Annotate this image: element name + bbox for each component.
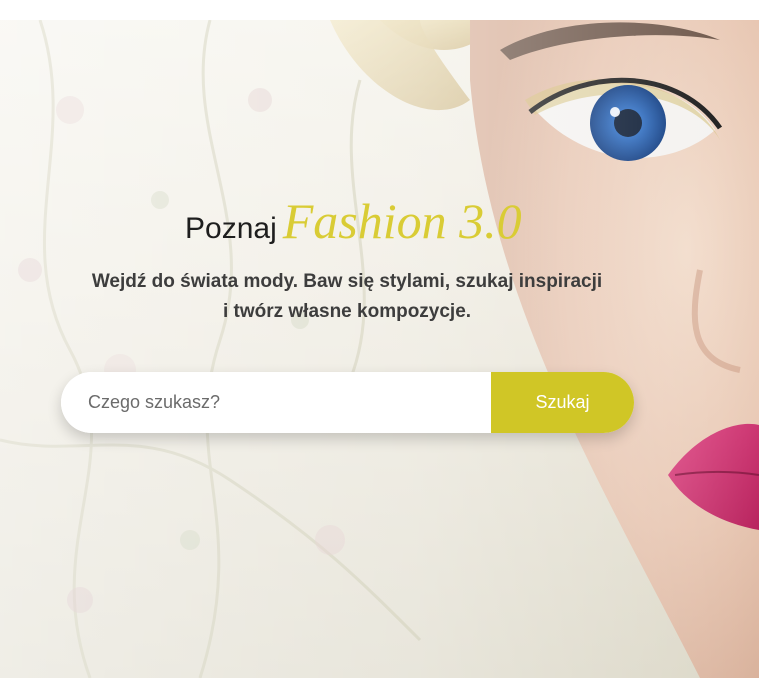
headline-plain-text: Poznaj (185, 212, 277, 245)
hero-subtitle: Wejdź do świata mody. Baw się stylami, s… (80, 267, 614, 327)
subtitle-line-2: i twórz własne kompozycje. (222, 301, 472, 322)
headline-brand-text: Fashion 3.0 (282, 193, 522, 249)
hero-content: Poznaj Fashion 3.0 Wejdź do świata mody. … (0, 20, 759, 678)
subtitle-line-1: Wejdź do świata mody. Baw się stylami, s… (91, 271, 603, 292)
hero-banner: Poznaj Fashion 3.0 Wejdź do świata mody. … (0, 20, 759, 678)
hero-headline: Poznaj Fashion 3.0 (185, 196, 522, 246)
search-button[interactable]: Szukaj (491, 372, 634, 433)
search-input[interactable] (61, 372, 491, 433)
search-bar: Szukaj (61, 372, 634, 433)
page: Poznaj Fashion 3.0 Wejdź do świata mody. … (0, 0, 759, 678)
